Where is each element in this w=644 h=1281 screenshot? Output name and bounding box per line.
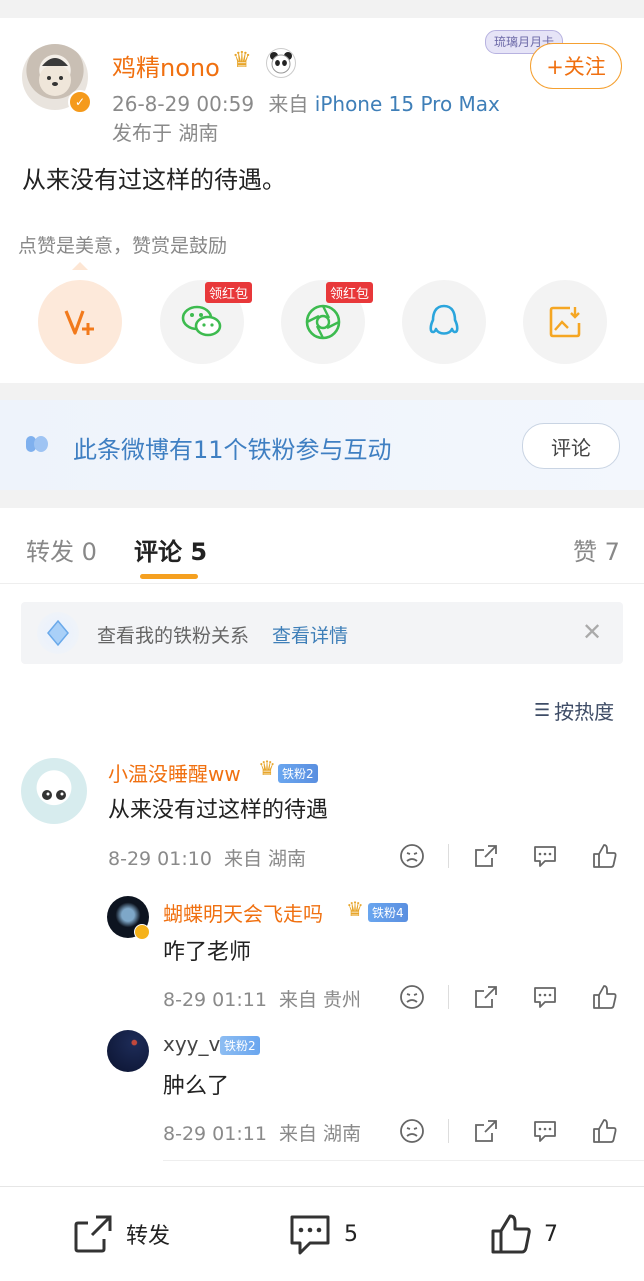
moments-icon	[305, 304, 341, 340]
bottom-repost-button[interactable]: 转发	[70, 1211, 170, 1257]
fan-relation-text: 查看我的铁粉关系	[97, 625, 250, 647]
crown-icon: ♛	[232, 48, 252, 73]
reply-text: 肿么了	[163, 1074, 230, 1099]
post-content: 从来没有过这样的待遇。	[22, 166, 286, 194]
share-icon[interactable]	[472, 983, 500, 1011]
reward-hint: 点赞是美意，赞赏是鼓励	[18, 235, 228, 257]
post-location: 发布于 湖南	[112, 121, 219, 145]
bottom-comment-button[interactable]: 5	[286, 1211, 358, 1257]
tab-divider	[0, 583, 644, 584]
comment-icon	[290, 1215, 330, 1255]
diamond-icon	[37, 612, 79, 654]
share-icon[interactable]	[472, 842, 500, 870]
moments-red-packet-tag: 领红包	[326, 282, 374, 303]
save-image-icon	[549, 306, 581, 338]
like-icon[interactable]	[590, 983, 618, 1011]
bottom-like-button[interactable]: 7	[488, 1211, 558, 1257]
fan-relation-link[interactable]: 查看详情	[272, 621, 348, 648]
divider	[448, 844, 449, 868]
reward-button[interactable]	[38, 280, 122, 364]
reply-meta: 8-29 01:11 来自 湖南	[163, 1123, 362, 1145]
commenter-avatar[interactable]	[21, 758, 87, 824]
fan-relation-bar[interactable]: 查看我的铁粉关系 查看详情 ✕	[21, 602, 623, 664]
divider	[448, 985, 449, 1009]
fan-flag-icon	[26, 434, 56, 454]
post-timestamp: 26-8-29 00:59	[112, 92, 255, 116]
panda-icon	[266, 48, 296, 78]
sort-button[interactable]: ☰ 按热度	[534, 696, 614, 725]
fan-badge: 铁粉2	[278, 764, 318, 783]
bottom-comment-count: 5	[344, 1221, 358, 1247]
post-meta-line: 26-8-29 00:59 来自 iPhone 15 Pro Max	[112, 88, 500, 117]
commenter-name[interactable]: 小温没睡醒ww	[108, 758, 241, 787]
verified-badge-icon	[134, 924, 150, 940]
divider	[448, 1119, 449, 1143]
share-icon[interactable]	[472, 1117, 500, 1145]
reply-actions	[398, 1117, 620, 1145]
like-icon	[491, 1214, 531, 1254]
comment-meta: 8-29 01:10 来自 湖南	[108, 848, 307, 870]
reply-username[interactable]: xyy_v	[163, 1032, 220, 1056]
like-icon[interactable]	[590, 1117, 618, 1145]
reply-username[interactable]: 蝴蝶明天会飞走吗	[163, 898, 323, 927]
follow-button[interactable]: +关注	[530, 43, 622, 89]
tab-underline	[140, 574, 198, 579]
author-name[interactable]: 鸡精nono	[112, 48, 220, 83]
like-icon[interactable]	[590, 842, 618, 870]
qq-icon	[429, 304, 459, 335]
fan-interaction-banner: 此条微博有11个铁粉参与互动 评论	[0, 400, 644, 490]
reply-avatar[interactable]	[107, 1030, 149, 1072]
wechat-icon	[181, 305, 222, 337]
reply-text: 咋了老师	[163, 940, 252, 965]
tab-comments[interactable]: 评论 5	[134, 532, 207, 567]
fan-badge: 铁粉4	[368, 903, 408, 922]
dislike-face-icon[interactable]	[398, 983, 426, 1011]
fan-banner-comment-button[interactable]: 评论	[522, 423, 620, 469]
sort-icon: ☰	[534, 700, 551, 721]
bottom-like-count: 7	[544, 1221, 558, 1247]
reply-divider	[163, 1160, 644, 1161]
repost-icon	[74, 1215, 112, 1253]
reply-actions	[398, 983, 620, 1011]
bottom-repost-label: 转发	[126, 1224, 171, 1249]
tab-likes[interactable]: 赞 7	[573, 532, 620, 567]
fan-badge: 铁粉2	[220, 1036, 260, 1055]
close-icon[interactable]: ✕	[582, 620, 602, 644]
comment-icon[interactable]	[531, 1117, 559, 1145]
crown-icon: ♛	[258, 756, 276, 780]
qq-share-button[interactable]	[402, 280, 486, 364]
dislike-face-icon[interactable]	[398, 1117, 426, 1145]
dislike-face-icon[interactable]	[398, 842, 426, 870]
comment-text: 从来没有过这样的待遇	[108, 798, 329, 823]
hint-pointer	[72, 262, 88, 270]
save-image-button[interactable]	[523, 280, 607, 364]
cat-portrait-icon	[42, 790, 66, 800]
fan-banner-text: 此条微博有11个铁粉参与互动	[73, 436, 392, 464]
reply-meta: 8-29 01:11 来自 贵州	[163, 989, 362, 1011]
sort-label: 按热度	[554, 700, 615, 724]
comment-icon[interactable]	[531, 983, 559, 1011]
tab-repost[interactable]: 转发 0	[26, 532, 97, 567]
post-card: ✓ 鸡精nono ♛ 26-8-29 00:59 来自 iPhone 15 Pr…	[0, 18, 644, 383]
comment-actions	[398, 842, 620, 870]
source-device[interactable]: iPhone 15 Pro Max	[315, 92, 500, 116]
crown-icon: ♛	[346, 897, 364, 921]
comments-section: 转发 0 评论 5 赞 7 查看我的铁粉关系 查看详情 ✕ ☰ 按热度 小温没睡…	[0, 508, 644, 1198]
source-prefix: 来自	[268, 92, 309, 116]
wechat-red-packet-tag: 领红包	[205, 282, 253, 303]
comment-icon[interactable]	[531, 842, 559, 870]
reward-v-icon	[64, 310, 94, 335]
bottom-action-bar: 转发 5 7	[0, 1186, 644, 1281]
verified-badge-icon: ✓	[68, 90, 92, 114]
